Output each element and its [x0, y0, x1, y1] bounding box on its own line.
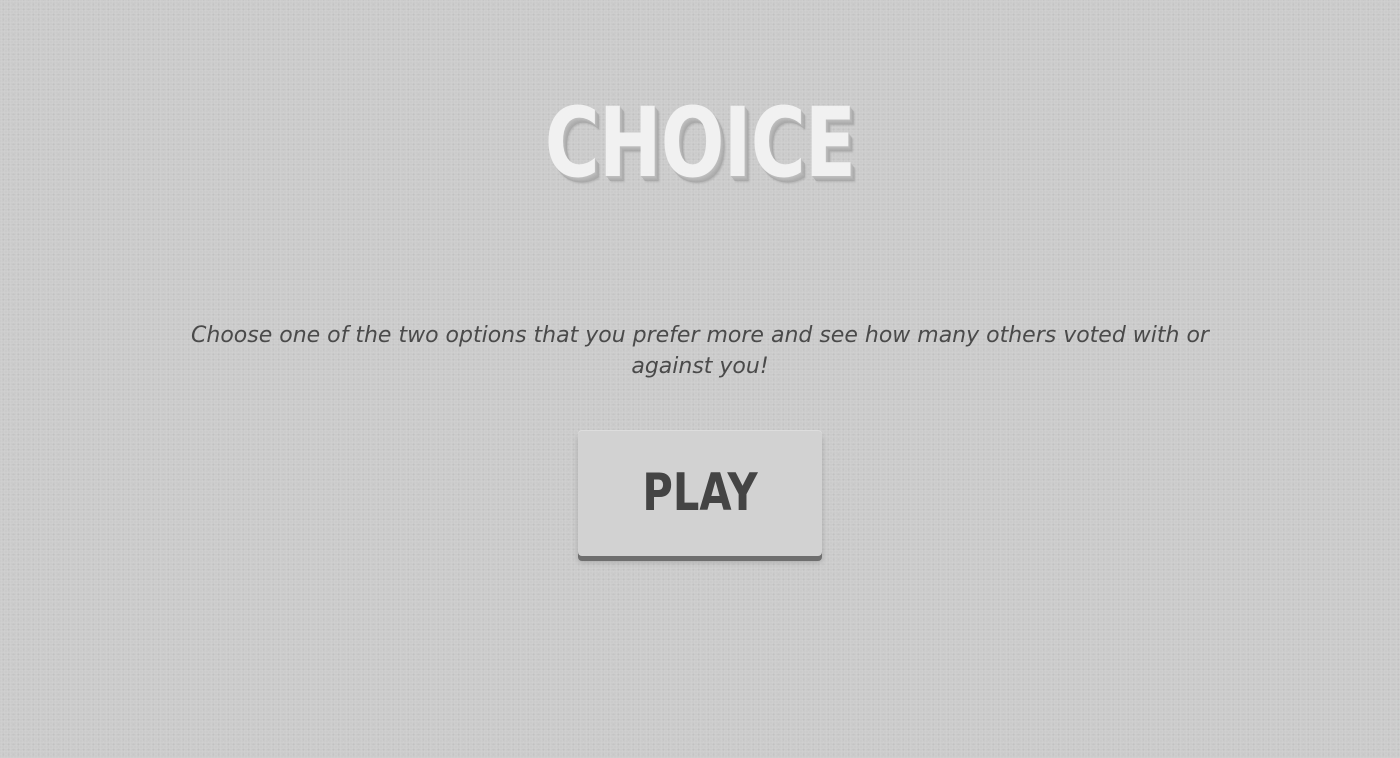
game-description: Choose one of the two options that you p… [191, 323, 1209, 379]
play-button[interactable]: PLAY [578, 430, 822, 556]
play-button-label: PLAY [642, 463, 758, 523]
page-title: CHOICE [544, 87, 856, 199]
start-screen: CHOICE Choose one of the two options tha… [0, 0, 1400, 758]
